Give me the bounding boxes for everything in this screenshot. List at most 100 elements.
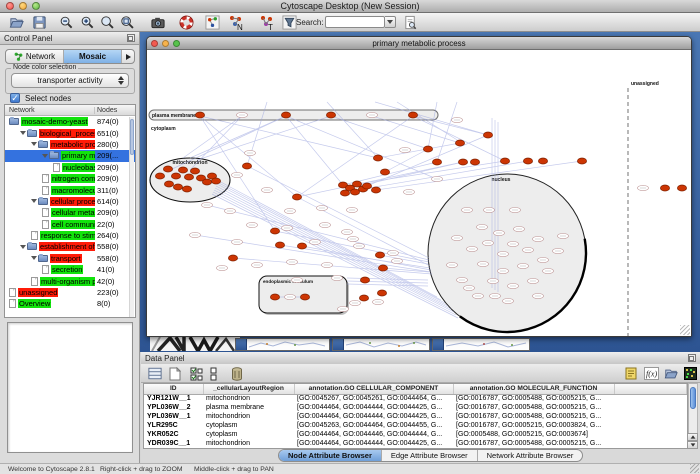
tree-expand-arrow[interactable]: [20, 131, 26, 135]
tree-row-label[interactable]: cellular metabol: [51, 208, 95, 217]
network-node-highlighted[interactable]: [173, 184, 182, 190]
network-node-highlighted[interactable]: [164, 181, 173, 187]
network-node-highlighted[interactable]: [523, 158, 532, 164]
table-column-header[interactable]: annotation.GO MOLECULAR_FUNCTION: [453, 384, 614, 394]
tree-row-label[interactable]: mosaic-demo-yeast: [21, 117, 88, 126]
tree-row[interactable]: unassigned223(0): [5, 287, 135, 298]
zoom-selected-icon[interactable]: [99, 14, 116, 31]
tree-row[interactable]: multi-organism pro42(0): [5, 275, 135, 286]
snapshot-camera-icon[interactable]: [149, 14, 166, 31]
network-node-highlighted[interactable]: [660, 185, 669, 191]
network-node-highlighted[interactable]: [163, 166, 172, 172]
save-icon[interactable]: [31, 14, 48, 31]
search-input[interactable]: [325, 16, 385, 28]
network-node-highlighted[interactable]: [270, 228, 279, 234]
tab-edge-attribute-browser[interactable]: Edge Attribute Browser: [382, 450, 478, 461]
network-annotation-icon[interactable]: N: [227, 14, 244, 31]
tree-expand-arrow[interactable]: [31, 256, 37, 260]
network-node-highlighted[interactable]: [577, 158, 586, 164]
tree-row[interactable]: mosaic-demo-yeast874(0): [5, 116, 135, 127]
tree-row-label[interactable]: transport: [50, 254, 82, 263]
attribute-matrix-icon[interactable]: [682, 366, 698, 381]
frame-resize-grip[interactable]: [680, 325, 690, 335]
network-node-highlighted[interactable]: [182, 186, 191, 192]
zoom-fit-icon[interactable]: [119, 14, 136, 31]
control-panel-header[interactable]: Control Panel: [0, 32, 139, 45]
network-node-highlighted[interactable]: [470, 159, 479, 165]
tree-row-label[interactable]: response to stimulu: [40, 231, 95, 240]
tree-row-label[interactable]: establishment of lo: [39, 242, 95, 251]
tree-row[interactable]: Overview8(0): [5, 298, 135, 309]
table-scroll-down-button[interactable]: [687, 441, 698, 449]
network-node-highlighted[interactable]: [270, 294, 279, 300]
tree-row-label[interactable]: primary metabo: [61, 151, 95, 160]
tree-scrollbar-thumb[interactable]: [130, 119, 134, 155]
network-node-highlighted[interactable]: [190, 168, 199, 174]
network-node-highlighted[interactable]: [377, 290, 386, 296]
network-node-highlighted[interactable]: [375, 252, 384, 258]
tree-row[interactable]: nucleobase-209(0): [5, 162, 135, 173]
table-row[interactable]: YJR121W__1mitochondrion[GO:0045267, GO:0…: [144, 394, 687, 403]
table-row[interactable]: YPL036W__2plasma membrane[GO:0044464, GO…: [144, 403, 687, 412]
float-panel-icon[interactable]: [127, 34, 135, 42]
network-node-highlighted[interactable]: [362, 183, 371, 189]
network-node-highlighted[interactable]: [538, 158, 547, 164]
network-node-highlighted[interactable]: [292, 194, 301, 200]
network-node-highlighted[interactable]: [281, 112, 290, 118]
tree-row[interactable]: cellular metabol209(0): [5, 207, 135, 218]
network-annotation-alt-icon[interactable]: T: [258, 14, 275, 31]
table-row[interactable]: YDR039C__1mitochondrion[GO:0044464, GO:0…: [144, 439, 687, 448]
table-column-header[interactable]: [614, 384, 687, 394]
network-node-highlighted[interactable]: [340, 190, 349, 196]
tree-row[interactable]: cellular process614(0): [5, 196, 135, 207]
network-node-highlighted[interactable]: [458, 159, 467, 165]
attribute-grid-icon[interactable]: [147, 366, 163, 381]
zoom-in-icon[interactable]: [79, 14, 96, 31]
tab-network-attribute-browser[interactable]: Network Attribute Browser: [478, 450, 583, 461]
table-scroll-up-button[interactable]: [687, 433, 698, 441]
tree-row[interactable]: biological_process651(0): [5, 127, 135, 138]
tree-scrollbar[interactable]: [129, 117, 134, 317]
network-node-highlighted[interactable]: [483, 132, 492, 138]
vizmapper-icon[interactable]: [204, 14, 221, 31]
network-node-highlighted[interactable]: [211, 178, 220, 184]
network-node-highlighted[interactable]: [360, 277, 369, 283]
tree-row-label[interactable]: cellular process: [50, 197, 95, 206]
tree-row-label[interactable]: macromolecule: [51, 186, 95, 195]
network-node-highlighted[interactable]: [171, 173, 180, 179]
network-node-highlighted[interactable]: [300, 294, 309, 300]
network-node-highlighted[interactable]: [455, 140, 464, 146]
network-node-highlighted[interactable]: [378, 265, 387, 271]
tree-row-label[interactable]: metabolic process: [50, 140, 95, 149]
network-node-highlighted[interactable]: [275, 242, 284, 248]
tree-row-label[interactable]: unassigned: [18, 288, 58, 297]
network-view-window[interactable]: primary metabolic process plasma membran…: [146, 36, 692, 337]
table-row[interactable]: YKR052Ccytoplasm[GO:0044464, GO:0044446,…: [144, 430, 687, 439]
delete-attribute-icon[interactable]: [229, 366, 245, 381]
tab-network[interactable]: Network: [6, 50, 64, 63]
search-options-icon[interactable]: [402, 14, 419, 31]
tree-column-nodes[interactable]: Nodes: [95, 107, 135, 114]
network-node-highlighted[interactable]: [359, 295, 368, 301]
function-builder-icon[interactable]: f(x): [643, 366, 659, 381]
tree-expand-arrow[interactable]: [31, 199, 37, 203]
tab-mosaic[interactable]: Mosaic: [64, 50, 122, 63]
background-window-fragment[interactable]: [150, 335, 240, 351]
network-node-highlighted[interactable]: [242, 163, 251, 169]
window-resize-grip[interactable]: [690, 464, 699, 473]
node-color-dropdown[interactable]: transporter activity: [11, 73, 129, 88]
network-tree-header[interactable]: Network Nodes: [5, 105, 135, 116]
tree-row-label[interactable]: secretion: [51, 265, 83, 274]
help-lifering-icon[interactable]: [178, 14, 195, 31]
network-node-highlighted[interactable]: [350, 189, 359, 195]
tree-expand-arrow[interactable]: [20, 245, 26, 249]
unselect-attributes-icon[interactable]: [207, 366, 223, 381]
open-folder-icon[interactable]: [8, 14, 25, 31]
import-attributes-icon[interactable]: [663, 366, 679, 381]
background-window-fragment[interactable]: [432, 338, 530, 351]
float-panel-icon[interactable]: [688, 354, 696, 362]
window-titlebar[interactable]: Cytoscape Desktop (New Session): [0, 0, 700, 13]
tree-row-label[interactable]: nitrogen compo: [51, 174, 95, 183]
annotation-icon[interactable]: [623, 366, 639, 381]
tree-row[interactable]: macromolecule311(0): [5, 184, 135, 195]
